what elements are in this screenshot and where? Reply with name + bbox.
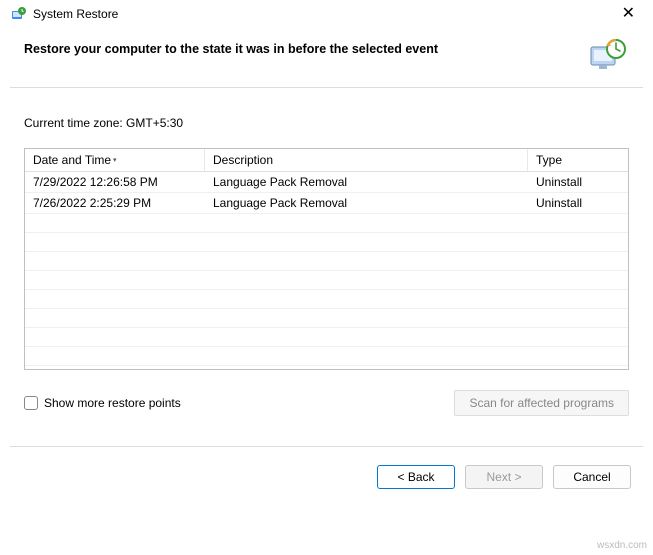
column-datetime-label: Date and Time [33, 153, 111, 167]
table-row [25, 271, 628, 290]
cell-description: Language Pack Removal [205, 193, 528, 213]
cancel-button[interactable]: Cancel [553, 465, 631, 489]
column-type[interactable]: Type [528, 149, 628, 171]
table-header: Date and Time▾ Description Type [25, 149, 628, 172]
back-button[interactable]: < Back [377, 465, 455, 489]
timezone-label: Current time zone: GMT+5:30 [24, 116, 629, 130]
footer-buttons: < Back Next > Cancel [0, 447, 653, 489]
cell-type: Uninstall [528, 172, 628, 192]
table-row [25, 214, 628, 233]
table-row [25, 233, 628, 252]
next-button[interactable]: Next > [465, 465, 543, 489]
watermark: wsxdn.com [597, 540, 647, 551]
restore-points-table: Date and Time▾ Description Type 7/29/202… [24, 148, 629, 370]
table-row [25, 309, 628, 328]
table-row[interactable]: 7/26/2022 2:25:29 PM Language Pack Remov… [25, 193, 628, 214]
table-row[interactable]: 7/29/2022 12:26:58 PM Language Pack Remo… [25, 172, 628, 193]
restore-icon [10, 6, 26, 22]
table-row [25, 252, 628, 271]
system-restore-large-icon [589, 37, 629, 73]
table-row [25, 290, 628, 309]
window-title: System Restore [33, 7, 118, 21]
table-row [25, 328, 628, 347]
scan-affected-button[interactable]: Scan for affected programs [454, 390, 629, 416]
sort-desc-icon: ▾ [113, 157, 117, 164]
show-more-label: Show more restore points [44, 396, 181, 410]
show-more-checkbox[interactable]: Show more restore points [24, 396, 181, 410]
column-datetime[interactable]: Date and Time▾ [25, 149, 205, 171]
cell-type: Uninstall [528, 193, 628, 213]
table-row [25, 347, 628, 366]
cell-datetime: 7/29/2022 12:26:58 PM [25, 172, 205, 192]
cell-datetime: 7/26/2022 2:25:29 PM [25, 193, 205, 213]
checkbox-icon [24, 396, 38, 410]
close-icon[interactable]: ✕ [614, 6, 643, 22]
page-heading: Restore your computer to the state it wa… [24, 42, 579, 56]
table-body: 7/29/2022 12:26:58 PM Language Pack Remo… [25, 172, 628, 366]
column-description[interactable]: Description [205, 149, 528, 171]
cell-description: Language Pack Removal [205, 172, 528, 192]
